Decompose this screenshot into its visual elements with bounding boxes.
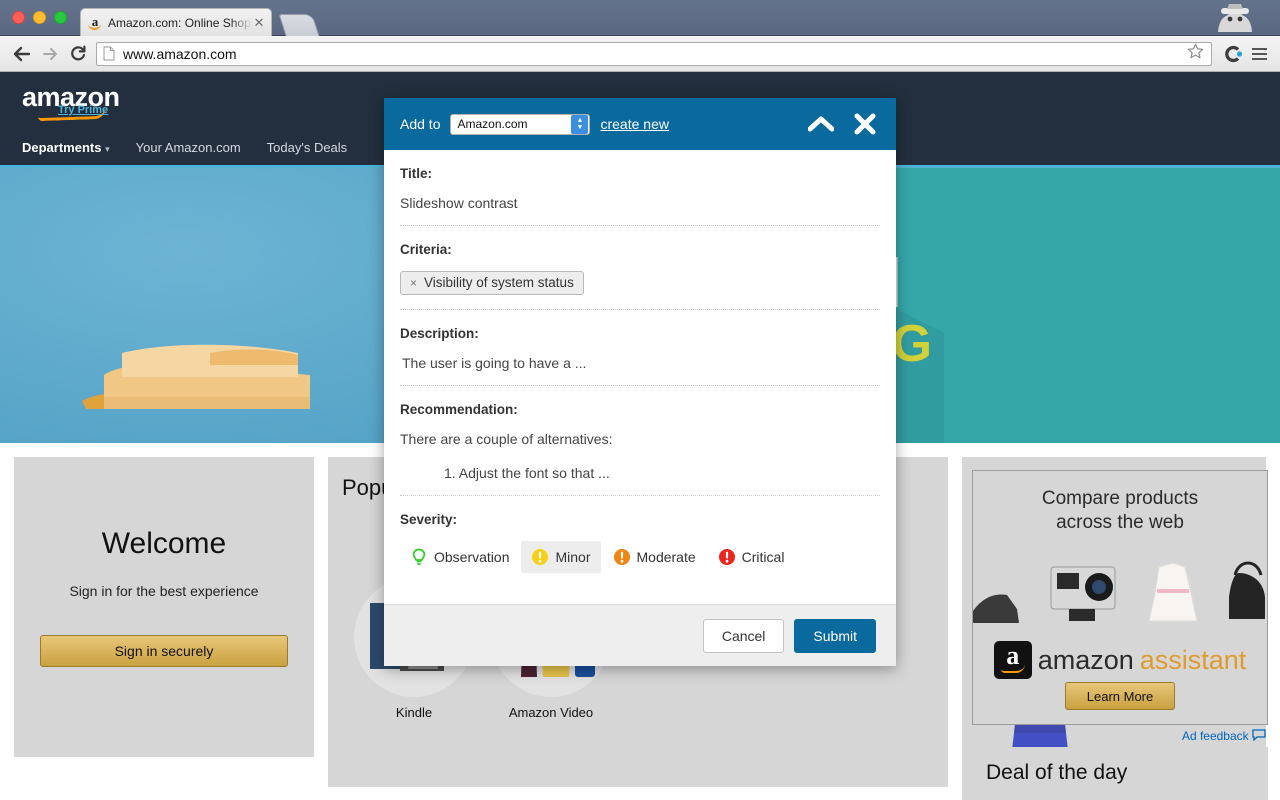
window-close-button[interactable] [12, 11, 25, 24]
add-to-label: Add to [400, 116, 441, 132]
severity-option-observation[interactable]: Observation [400, 541, 519, 573]
project-select[interactable]: Amazon.com ▲ ▼ [450, 113, 591, 135]
ad-brand-assistant: assistant [1139, 644, 1247, 675]
ad-headline-line2: across the web [1056, 511, 1184, 533]
welcome-title: Welcome [101, 527, 227, 560]
url-text: www.amazon.com [123, 45, 237, 62]
right-rail: Compare products across the web a amazon… [960, 470, 1280, 800]
ad-feedback-link[interactable]: Ad feedback [972, 725, 1268, 743]
exclamation-circle-icon [718, 548, 736, 566]
welcome-subtitle: Sign in for the best experience [69, 583, 259, 599]
severity-field: Severity: Observation Minor Moderate Cri… [400, 496, 880, 587]
title-value[interactable]: Slideshow contrast [400, 195, 880, 211]
title-field: Title: Slideshow contrast [400, 150, 880, 226]
criteria-field: Criteria: × Visibility of system status [400, 226, 880, 310]
recommendation-field: Recommendation: There are a couple of al… [400, 386, 880, 496]
lightbulb-icon [410, 548, 428, 566]
cancel-button[interactable]: Cancel [702, 618, 785, 653]
bookmark-star-icon[interactable] [1187, 43, 1205, 64]
sign-in-securely-button[interactable]: Sign in securely [40, 635, 288, 667]
browser-titlebar: a Amazon.com: Online Shopping ✕ [0, 0, 1280, 36]
ad-brand-row: a amazon assistant [973, 641, 1267, 679]
exclamation-circle-icon [531, 548, 549, 566]
screen: a Amazon.com: Online Shopping ✕ [0, 0, 1280, 800]
dialog-footer: Cancel Submit [384, 604, 896, 666]
window-controls [12, 11, 67, 24]
page-document-icon [103, 46, 115, 61]
description-label: Description: [400, 326, 479, 341]
nav-todays-deals[interactable]: Today's Deals [267, 140, 348, 155]
severity-label: Severity: [400, 512, 458, 527]
criteria-chip[interactable]: × Visibility of system status [400, 271, 584, 295]
amazon-assistant-ad[interactable]: Compare products across the web a amazon… [972, 470, 1268, 725]
welcome-card: Welcome Sign in for the best experience … [14, 457, 314, 757]
deal-of-the-day-title: Deal of the day [986, 761, 1128, 784]
project-select-value: Amazon.com [457, 117, 528, 131]
ad-brand-amazon: amazon [1037, 644, 1134, 675]
severity-option-label: Moderate [636, 549, 696, 565]
ad-product-images [973, 553, 1267, 631]
severity-option-minor[interactable]: Minor [521, 541, 601, 573]
forward-arrow-icon [36, 40, 64, 68]
amazon-favicon: a [87, 15, 103, 31]
exclamation-circle-icon [613, 548, 631, 566]
recommendation-intro[interactable]: There are a couple of alternatives: [400, 431, 880, 447]
recommendation-label: Recommendation: [400, 402, 518, 417]
popular-tile-label: Amazon Video [508, 705, 594, 720]
severity-option-moderate[interactable]: Moderate [603, 541, 706, 573]
deal-of-the-day-card[interactable]: Deal of the day [972, 747, 1268, 800]
create-new-link[interactable]: create new [600, 116, 668, 132]
add-issue-dialog: Add to Amazon.com ▲ ▼ create new Title: S… [384, 98, 896, 666]
chip-label: Visibility of system status [424, 275, 574, 290]
description-value[interactable]: The user is going to have a ... [400, 355, 880, 371]
severity-option-label: Critical [741, 549, 785, 565]
severity-option-critical[interactable]: Critical [708, 541, 795, 573]
sidebar-item-departments[interactable]: Departments ▾ [22, 140, 110, 155]
extension-c-icon[interactable] [1220, 44, 1246, 64]
popular-tile-label: Kindle [395, 705, 433, 720]
browser-tab[interactable]: a Amazon.com: Online Shopping ✕ [80, 8, 272, 36]
hamburger-menu-icon[interactable] [1246, 47, 1272, 60]
criteria-label: Criteria: [400, 242, 452, 257]
tab-close-icon[interactable]: ✕ [253, 15, 265, 31]
ad-headline-line1: Compare products [1041, 488, 1199, 509]
severity-option-label: Observation [434, 549, 510, 565]
browser-toolbar: www.amazon.com [0, 36, 1280, 72]
logo-try-prime-link[interactable]: Try Prime [58, 104, 108, 116]
reload-icon[interactable] [64, 40, 92, 68]
title-label: Title: [400, 166, 433, 181]
amazon-app-icon: a [993, 641, 1032, 679]
description-field: Description: The user is going to have a… [400, 310, 880, 386]
close-x-icon[interactable] [848, 107, 882, 141]
learn-more-button[interactable]: Learn More [1065, 682, 1175, 710]
incognito-spy-icon [1214, 2, 1256, 36]
submit-button[interactable]: Submit [794, 618, 876, 653]
window-maximize-button[interactable] [54, 11, 67, 24]
severity-options: Observation Minor Moderate Critical [400, 541, 880, 573]
severity-option-label: Minor [555, 549, 591, 565]
address-bar[interactable]: www.amazon.com [96, 41, 1212, 66]
nav-your-amazon[interactable]: Your Amazon.com [136, 140, 241, 155]
select-updown-arrows-icon: ▲ ▼ [571, 114, 589, 134]
chip-remove-icon[interactable]: × [410, 276, 417, 290]
recommendation-item[interactable]: 1. Adjust the font so that ... [400, 465, 880, 481]
dialog-header: Add to Amazon.com ▲ ▼ create new [384, 98, 896, 150]
window-minimize-button[interactable] [33, 11, 46, 24]
dialog-body: Title: Slideshow contrast Criteria: × Vi… [384, 150, 896, 604]
ad-headline: Compare products across the web [973, 471, 1267, 535]
blanket-image [82, 344, 310, 409]
new-tab-button[interactable] [278, 14, 320, 36]
chevron-up-icon[interactable] [804, 107, 838, 141]
feedback-balloon-icon [1252, 729, 1266, 742]
browser-tab-title: Amazon.com: Online Shopping [108, 15, 253, 30]
back-arrow-icon[interactable] [8, 40, 36, 68]
